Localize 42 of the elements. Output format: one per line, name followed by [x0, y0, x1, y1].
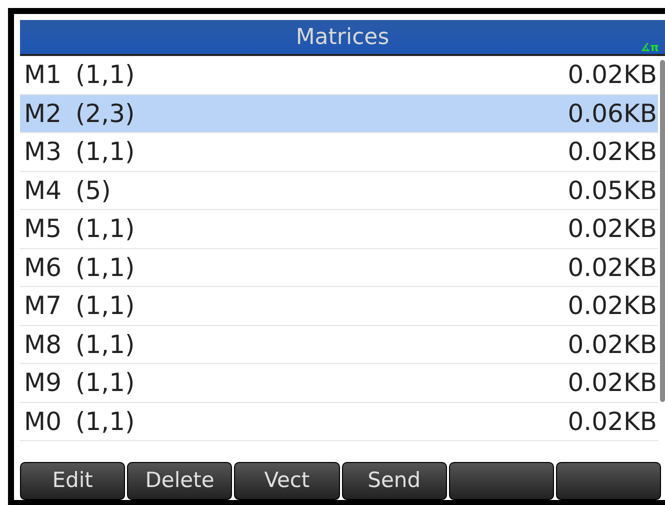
memory-size: 0.02KB	[568, 213, 657, 245]
matrix-name: M4	[24, 174, 62, 206]
matrix-size: (1,1)	[75, 136, 135, 168]
memory-size: 0.02KB	[568, 136, 657, 168]
matrix-name: M0	[24, 406, 62, 438]
matrix-size: (1,1)	[75, 328, 135, 360]
matrix-size: (2,3)	[75, 98, 135, 130]
matrix-row[interactable]: M8 (1,1) 0.02KB	[20, 326, 658, 364]
memory-size: 0.02KB	[568, 252, 657, 284]
matrix-name: M6	[24, 252, 62, 284]
window-title: Matrices	[296, 24, 390, 52]
memory-size: 0.02KB	[568, 59, 657, 91]
matrix-name: M2	[24, 98, 62, 130]
memory-size: 0.02KB	[568, 367, 657, 399]
matrix-row[interactable]: M4 (5) 0.05KB	[20, 172, 658, 210]
matrix-name: M1	[24, 59, 62, 91]
soft-key[interactable]: Edit	[20, 462, 126, 500]
matrix-size: (1,1)	[75, 367, 135, 399]
matrix-size: (1,1)	[75, 59, 135, 91]
memory-size: 0.02KB	[568, 290, 657, 322]
soft-key[interactable]: Delete	[127, 462, 232, 500]
memory-size: 0.02KB	[568, 406, 657, 438]
memory-size: 0.02KB	[568, 328, 657, 360]
matrix-name: M9	[24, 367, 62, 399]
matrix-name: M3	[24, 136, 62, 168]
matrix-name: M7	[24, 290, 62, 322]
matrix-size: (1,1)	[75, 252, 135, 284]
matrix-size: (1,1)	[75, 213, 135, 245]
angle-mode-indicator: ∡π	[640, 42, 659, 53]
matrix-name: M8	[24, 328, 62, 360]
memory-size: 0.05KB	[568, 174, 657, 206]
matrix-size: (5)	[75, 174, 111, 206]
matrix-row[interactable]: M0 (1,1) 0.02KB	[20, 402, 658, 441]
matrix-row[interactable]: M6 (1,1) 0.02KB	[20, 248, 658, 287]
soft-key[interactable]: Vect	[234, 462, 340, 500]
matrix-size: (1,1)	[75, 406, 135, 438]
soft-key[interactable]: Send	[342, 462, 447, 500]
matrix-name: M5	[24, 213, 62, 245]
scrollbar[interactable]	[660, 60, 665, 402]
matrix-row[interactable]: M2 (2,3) 0.06KB	[20, 94, 658, 133]
memory-size: 0.06KB	[568, 98, 657, 130]
matrix-size: (1,1)	[75, 290, 135, 322]
